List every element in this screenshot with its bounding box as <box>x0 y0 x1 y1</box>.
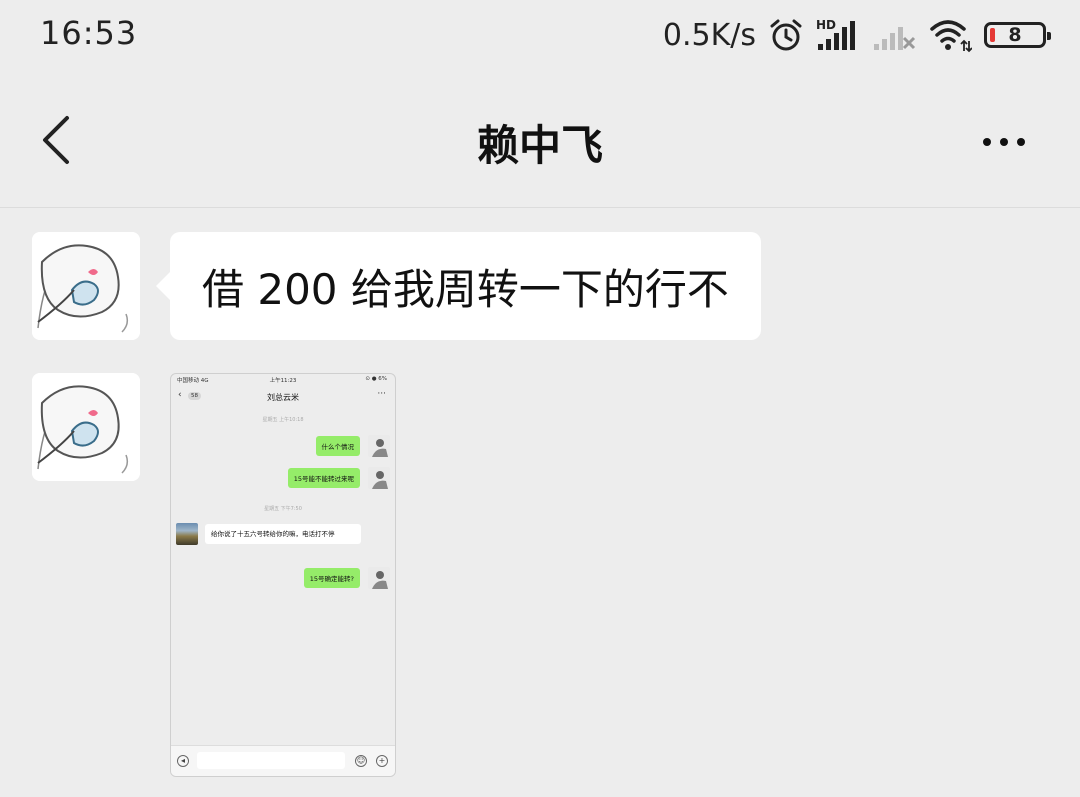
embedded-received-bubble: 给你说了十五六号转给你的嘛，电话打不停 <box>205 524 361 544</box>
more-options-button[interactable] <box>972 122 1036 162</box>
message-bubble-text[interactable]: 借 200 给我周转一下的行不 <box>156 232 761 340</box>
signal-no-service-icon <box>874 27 916 50</box>
person-avatar-icon <box>368 435 390 457</box>
status-bar: 16:53 0.5K/s HD 8 <box>0 0 1080 72</box>
embedded-nav: ‹ 58 刘总云米 ··· <box>171 386 395 408</box>
status-time: 16:53 <box>40 14 138 52</box>
embedded-input-field <box>197 752 345 769</box>
battery-icon: 8 <box>984 22 1051 48</box>
embedded-time: 上午11:23 <box>269 378 297 384</box>
embedded-contact-avatar <box>176 523 198 545</box>
wifi-icon <box>930 20 972 53</box>
penguin-avatar-icon <box>32 373 140 481</box>
embedded-avatar <box>368 567 390 589</box>
battery-level-fill <box>990 28 995 42</box>
message-image[interactable]: 中国移动 4G 上午11:23 ⊙ ● 6% ‹ 58 刘总云米 ··· 星期五… <box>170 373 396 777</box>
network-speed: 0.5K/s <box>662 17 756 53</box>
embedded-timestamp: 星期五 上午10:18 <box>262 417 304 423</box>
chat-header: 赖中飞 <box>0 72 1080 208</box>
embedded-title: 刘总云米 <box>267 393 299 402</box>
battery-level: 8 <box>1008 23 1022 46</box>
embedded-voice-icon: ◂ <box>177 755 189 767</box>
embedded-emoji-icon: ☺ <box>355 755 367 767</box>
embedded-plus-icon: + <box>376 755 388 767</box>
hd-signal-icon: HD <box>816 18 855 50</box>
more-dot <box>983 138 991 146</box>
message-text: 借 200 给我周转一下的行不 <box>202 264 729 314</box>
embedded-sent-bubble: 15号确定能转? <box>303 568 360 588</box>
embedded-more-icon: ··· <box>377 389 386 399</box>
embedded-status-bar: 中国移动 4G 上午11:23 ⊙ ● 6% <box>171 374 395 386</box>
embedded-input-bar: ◂ ☺ + <box>171 745 395 776</box>
embedded-avatar <box>368 467 390 489</box>
penguin-avatar-icon <box>32 232 140 340</box>
contact-avatar[interactable] <box>32 373 140 481</box>
contact-avatar[interactable] <box>32 232 140 340</box>
embedded-sent-bubble: 什么个情况 <box>315 436 360 456</box>
embedded-avatar <box>368 435 390 457</box>
more-dot <box>1017 138 1025 146</box>
more-dot <box>1000 138 1008 146</box>
embedded-battery: ⊙ ● 6% <box>365 376 387 382</box>
hd-label: HD <box>816 18 836 32</box>
chat-title: 赖中飞 <box>476 121 603 170</box>
alarm-icon <box>770 19 802 51</box>
embedded-sent-bubble: 15号能不能转过来呢 <box>287 468 360 488</box>
embedded-timestamp: 星期五 下午7:50 <box>264 506 302 512</box>
person-avatar-icon <box>368 467 390 489</box>
status-icons: 0.5K/s HD 8 <box>662 14 1051 56</box>
person-avatar-icon <box>368 567 390 589</box>
